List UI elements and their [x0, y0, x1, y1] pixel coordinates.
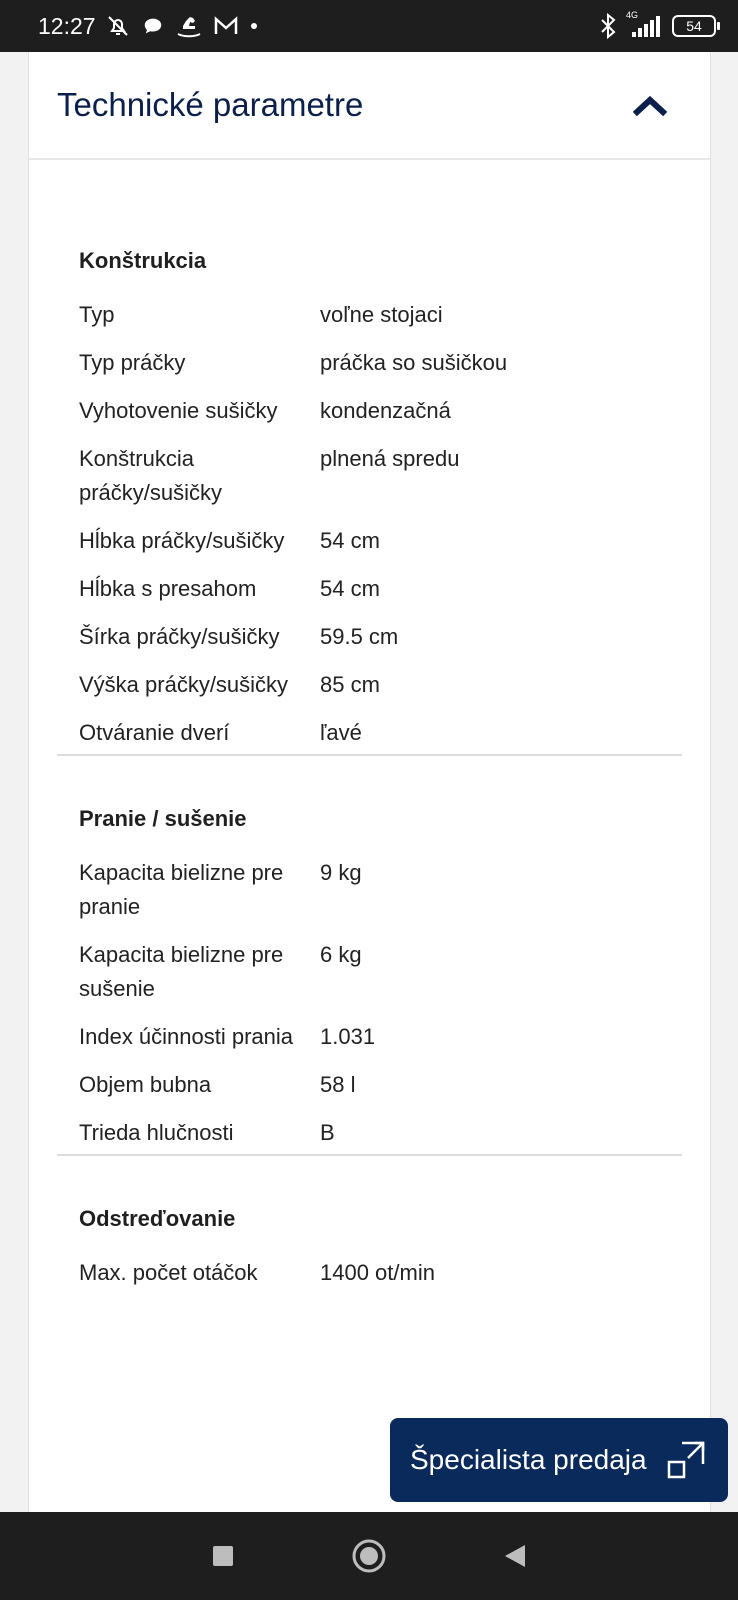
- param-value: 59.5 cm: [320, 624, 399, 649]
- collapse-button[interactable]: [626, 81, 674, 129]
- recent-apps-button[interactable]: [198, 1531, 248, 1581]
- sales-specialist-label: Špecialista predaja: [410, 1444, 647, 1475]
- param-label: Objem bubna: [79, 1072, 212, 1097]
- param-label: Index účinnosti prania: [79, 1024, 294, 1049]
- param-label: Trieda hlučnosti: [79, 1120, 234, 1145]
- param-value: 54 cm: [320, 528, 380, 553]
- param-row: Hĺbka s presahom 54 cm: [57, 572, 682, 606]
- param-value: B: [320, 1120, 335, 1145]
- param-value: 1400 ot/min: [320, 1260, 435, 1285]
- section-pranie-susenie: Pranie / sušenie Kapacita bielizne pre p…: [57, 756, 682, 1156]
- technical-parameters-card: Technické parametre Konštrukcia Typ voľne…: [28, 52, 711, 1512]
- param-row: Trieda hlučnosti B: [57, 1116, 682, 1150]
- parameter-sections: Konštrukcia Typ voľne stojaci Typ práčky p…: [29, 160, 710, 1290]
- card-header[interactable]: Technické parametre: [29, 52, 710, 160]
- param-label: Typ práčky: [79, 350, 186, 375]
- param-label: Typ: [79, 302, 115, 327]
- param-row: Výška práčky/sušičky 85 cm: [57, 668, 682, 702]
- back-button[interactable]: [490, 1531, 540, 1581]
- param-row: Typ voľne stojaci: [57, 298, 682, 332]
- signal-icon: 4G: [626, 10, 662, 38]
- param-row: Šírka práčky/sušičky 59.5 cm: [57, 620, 682, 654]
- system-icons: 4G 54: [600, 10, 720, 39]
- param-row: Vyhotovenie sušičky kondenzačná: [57, 394, 682, 428]
- recent-apps-icon: [213, 1546, 233, 1566]
- home-button[interactable]: [344, 1531, 394, 1581]
- param-label: Šírka práčky/sušičky: [79, 624, 280, 649]
- battery-icon: 54: [672, 15, 720, 37]
- param-label: Max. počet otáčok: [79, 1260, 258, 1285]
- param-label: Hĺbka práčky/sušičky: [79, 528, 285, 553]
- param-row: Typ práčky práčka so sušičkou: [57, 346, 682, 380]
- network-type: 4G: [626, 10, 639, 20]
- battery-level: 54: [672, 15, 716, 37]
- param-value: 1.031: [320, 1024, 376, 1049]
- param-value: plnená spredu: [320, 446, 460, 471]
- dot-icon: [250, 22, 258, 30]
- section-odstredovanie: Odstreďovanie Max. počet otáčok 1400 ot/m…: [57, 1156, 682, 1290]
- expand-icon: [667, 1441, 705, 1479]
- param-row: Otváranie dverí ľavé: [57, 716, 682, 750]
- notification-icons: [106, 14, 258, 38]
- bluetooth-icon: [600, 13, 616, 39]
- param-label: Otváranie dverí: [79, 720, 230, 745]
- param-value: 6 kg: [320, 942, 362, 967]
- home-icon: [352, 1539, 386, 1573]
- param-value: kondenzačná: [320, 398, 451, 423]
- param-value: 58 l: [320, 1072, 356, 1097]
- status-bar: 12:27 4G 54: [0, 0, 738, 52]
- status-time: 12:27: [38, 12, 96, 39]
- param-row: Hĺbka práčky/sušičky 54 cm: [57, 524, 682, 558]
- chat-icon: [142, 15, 164, 37]
- param-value: 85 cm: [320, 672, 380, 697]
- bell-off-icon: [106, 14, 130, 38]
- param-label: Kapacita bielizne pre sušenie: [79, 942, 284, 1001]
- card-title: Technické parametre: [57, 86, 364, 123]
- rocking-horse-icon: [176, 14, 202, 38]
- param-label: Výška práčky/sušičky: [79, 672, 289, 697]
- param-label: Vyhotovenie sušičky: [79, 398, 278, 423]
- param-value: práčka so sušičkou: [320, 350, 508, 375]
- navigation-bar: [0, 1512, 738, 1600]
- param-label: Kapacita bielizne pre pranie: [79, 860, 284, 919]
- section-konstrukcia: Konštrukcia Typ voľne stojaci Typ práčky p…: [57, 160, 682, 756]
- param-row: Kapacita bielizne pre sušenie 6 kg: [57, 938, 682, 1006]
- back-icon: [505, 1545, 525, 1567]
- param-row: Index účinnosti prania 1.031: [57, 1020, 682, 1054]
- param-value: 54 cm: [320, 576, 380, 601]
- param-value: 9 kg: [320, 860, 362, 885]
- param-value: ľavé: [320, 720, 362, 745]
- section-title: Konštrukcia: [79, 248, 207, 273]
- section-title: Odstreďovanie: [79, 1206, 236, 1231]
- sales-specialist-button[interactable]: Špecialista predaja: [390, 1418, 728, 1502]
- param-row: Kapacita bielizne pre pranie 9 kg: [57, 856, 682, 924]
- param-label: Hĺbka s presahom: [79, 576, 257, 601]
- gmail-icon: [214, 16, 238, 36]
- param-label: Konštrukcia práčky/sušičky: [79, 446, 223, 505]
- param-row: Konštrukcia práčky/sušičky plnená spredu: [57, 442, 682, 510]
- param-row: Objem bubna 58 l: [57, 1068, 682, 1102]
- chevron-up-icon: [633, 95, 667, 116]
- section-title: Pranie / sušenie: [79, 806, 247, 831]
- param-value: voľne stojaci: [320, 302, 443, 327]
- param-row: Max. počet otáčok 1400 ot/min: [57, 1256, 682, 1290]
